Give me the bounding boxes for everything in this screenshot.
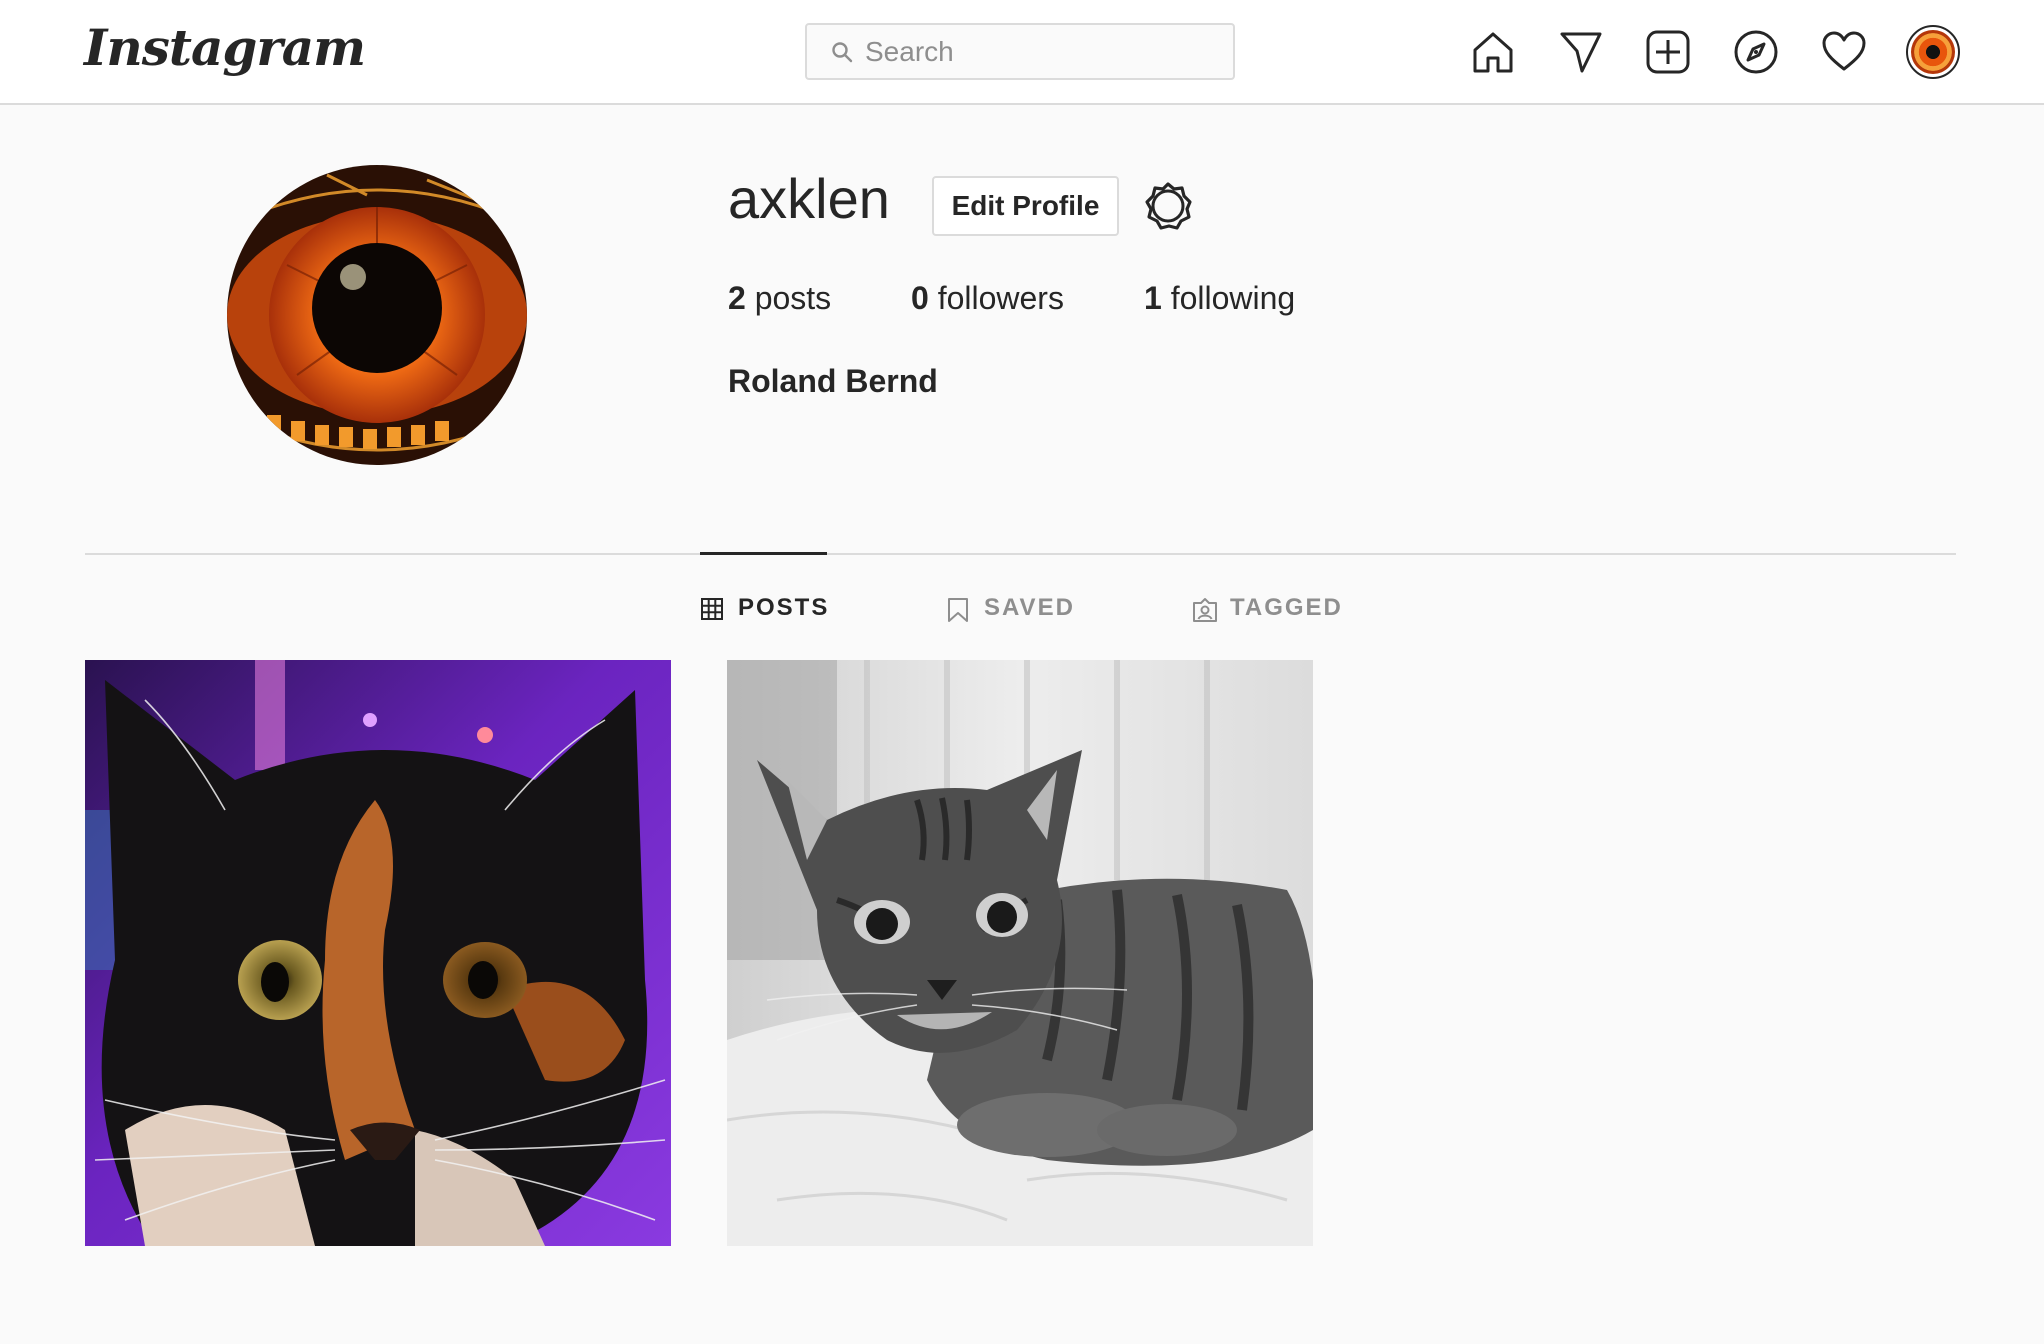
followers-count: 0 — [911, 280, 929, 316]
profile-picture[interactable] — [227, 165, 527, 465]
following-count-stat[interactable]: 1 following — [1144, 280, 1295, 317]
top-navigation-bar: Instagram — [0, 0, 2044, 105]
calico-cat-photo — [85, 660, 671, 1246]
post-thumbnail-2[interactable] — [727, 660, 1313, 1246]
posts-label: posts — [754, 280, 832, 316]
home-icon[interactable] — [1468, 27, 1518, 77]
following-count: 1 — [1144, 280, 1162, 316]
posts-count: 2 — [728, 280, 746, 316]
tab-saved-label: SAVED — [984, 594, 1075, 621]
activity-heart-icon[interactable] — [1819, 27, 1869, 77]
search-icon — [831, 41, 853, 63]
tab-posts-label: POSTS — [738, 594, 830, 621]
edit-profile-button[interactable]: Edit Profile — [932, 176, 1119, 236]
avatar-image — [1911, 30, 1955, 74]
grid-icon — [700, 595, 726, 621]
profile-full-name: Roland Bernd — [728, 363, 938, 399]
tab-tagged[interactable]: TAGGED — [1192, 590, 1343, 626]
profile-username: axklen — [728, 167, 890, 230]
explore-icon[interactable] — [1731, 27, 1781, 77]
settings-gear-icon[interactable] — [1140, 178, 1196, 234]
tab-saved[interactable]: SAVED — [946, 590, 1075, 626]
posts-count-stat: 2 posts — [728, 280, 831, 317]
new-post-icon[interactable] — [1643, 27, 1693, 77]
active-tab-indicator — [700, 552, 827, 555]
following-label: following — [1170, 280, 1296, 316]
search-input[interactable] — [865, 35, 1205, 68]
search-box[interactable] — [805, 23, 1235, 80]
post-thumbnail-1[interactable] — [85, 660, 671, 1246]
tabby-cat-photo — [727, 660, 1313, 1246]
tabs-divider — [85, 553, 1956, 555]
bookmark-icon — [946, 595, 972, 622]
instagram-logo[interactable]: Instagram — [84, 18, 366, 77]
followers-count-stat[interactable]: 0 followers — [911, 280, 1064, 317]
profile-avatar[interactable] — [1906, 25, 1960, 79]
tagged-icon — [1192, 595, 1218, 622]
tab-posts[interactable]: POSTS — [700, 590, 829, 626]
tab-tagged-label: TAGGED — [1230, 594, 1343, 621]
followers-label: followers — [937, 280, 1064, 316]
direct-message-icon[interactable] — [1556, 27, 1606, 77]
